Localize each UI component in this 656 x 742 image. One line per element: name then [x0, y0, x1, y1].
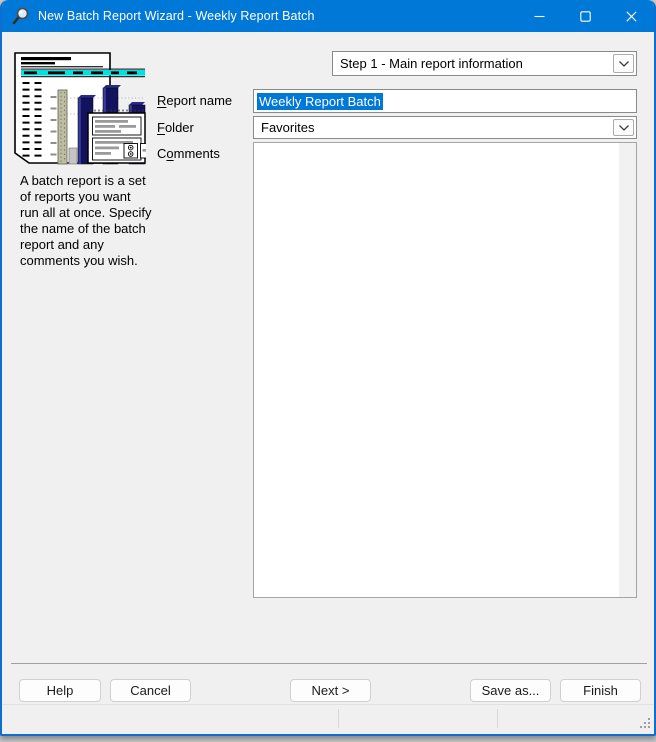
chevron-down-icon[interactable]	[613, 119, 634, 136]
step-selector-dropdown[interactable]: Step 1 - Main report information	[332, 51, 637, 76]
save-as-button[interactable]: Save as...	[470, 679, 551, 702]
dialog-body: Step 1 - Main report information	[2, 32, 654, 704]
close-icon	[626, 11, 637, 22]
folder-label: Folder	[157, 120, 194, 135]
step-selector-value: Step 1 - Main report information	[340, 52, 523, 75]
report-name-label: Report name	[157, 93, 232, 108]
help-button[interactable]: Help	[19, 679, 101, 702]
chevron-down-icon[interactable]	[613, 54, 634, 73]
wizard-dialog-window: New Batch Report Wizard - Weekly Report …	[0, 0, 656, 736]
minimize-button[interactable]	[516, 0, 562, 32]
status-bar-divider	[497, 709, 498, 728]
close-button[interactable]	[608, 0, 654, 32]
magnifying-glass-wizard-icon	[12, 7, 30, 25]
folder-value: Favorites	[261, 117, 314, 138]
button-area-separator	[11, 663, 647, 664]
status-bar-divider	[338, 709, 339, 728]
next-button[interactable]: Next >	[290, 679, 371, 702]
batch-report-graphic	[14, 52, 146, 169]
report-name-selected-text: Weekly Report Batch	[257, 93, 383, 110]
cancel-button[interactable]: Cancel	[110, 679, 191, 702]
comments-label: Comments	[157, 146, 220, 161]
maximize-button[interactable]	[562, 0, 608, 32]
status-bar	[2, 704, 654, 732]
finish-button[interactable]: Finish	[560, 679, 641, 702]
wizard-description: A batch report is a set of reports you w…	[20, 173, 162, 269]
title-bar[interactable]: New Batch Report Wizard - Weekly Report …	[2, 0, 654, 32]
comments-scrollbar[interactable]	[619, 143, 636, 597]
resize-grip[interactable]	[640, 718, 651, 729]
report-name-input[interactable]: Weekly Report Batch	[253, 89, 637, 113]
comments-textarea[interactable]	[253, 142, 637, 598]
window-title: New Batch Report Wizard - Weekly Report …	[38, 9, 315, 23]
folder-dropdown[interactable]: Favorites	[253, 116, 637, 139]
minimize-icon	[534, 11, 545, 22]
maximize-icon	[580, 11, 591, 22]
caption-buttons	[516, 0, 654, 32]
